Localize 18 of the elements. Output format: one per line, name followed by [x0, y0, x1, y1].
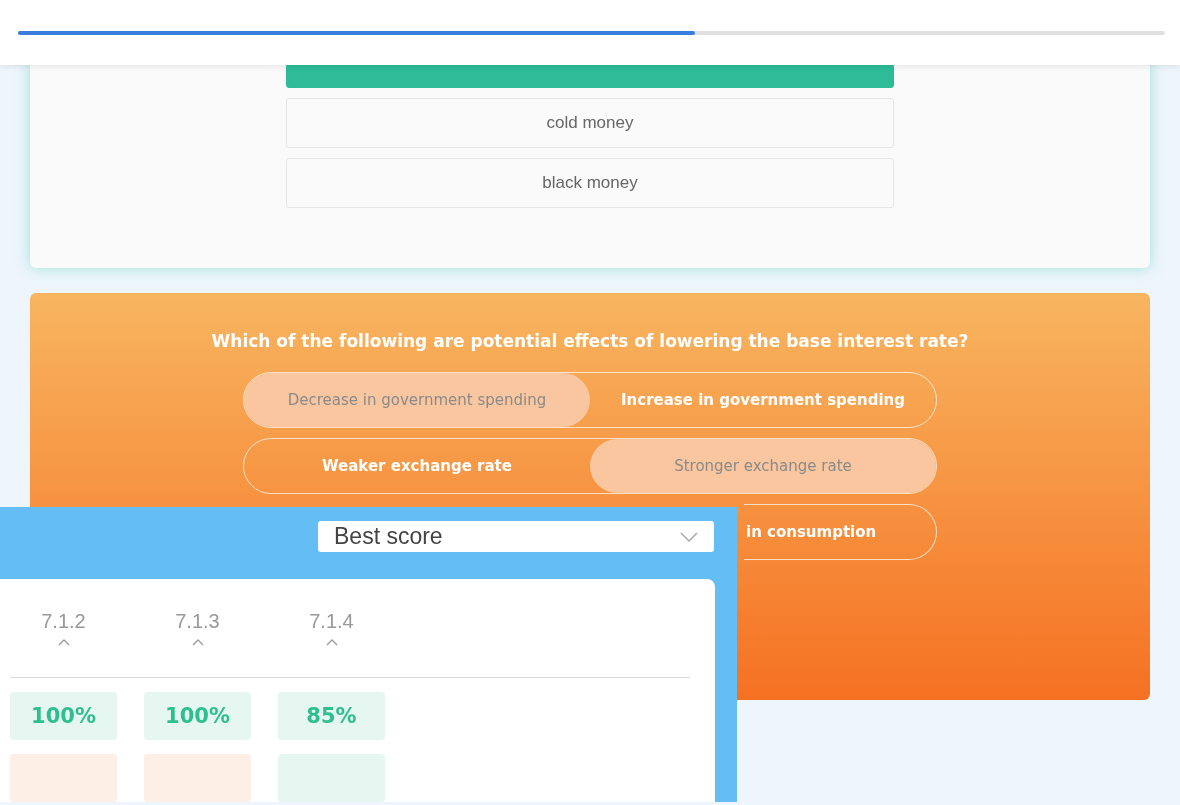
- answer-option[interactable]: Stronger exchange rate: [590, 439, 936, 493]
- answer-option[interactable]: Decrease in government spending: [244, 373, 590, 427]
- score-badge: 100%: [10, 692, 117, 740]
- answer-option[interactable]: cold money: [286, 98, 894, 148]
- sort-dropdown[interactable]: Best score: [318, 521, 714, 552]
- question-text: Which of the following are potential effects of lowering the base interest rate?: [211, 331, 969, 351]
- sort-icon[interactable]: [57, 639, 70, 646]
- column-header[interactable]: 7.1.3: [175, 610, 220, 633]
- sort-icon[interactable]: [325, 639, 338, 646]
- column-header[interactable]: 7.1.2: [41, 610, 86, 633]
- score-badge: 100%: [144, 692, 251, 740]
- sort-icon[interactable]: [191, 639, 204, 646]
- column-header[interactable]: 7.1.4: [309, 610, 354, 633]
- score-badge: 85%: [278, 692, 385, 740]
- answer-option[interactable]: black money: [286, 158, 894, 208]
- chevron-down-icon: [680, 531, 698, 542]
- answer-option[interactable]: Increase in government spending: [590, 373, 936, 427]
- answer-option[interactable]: Weaker exchange rate: [244, 439, 590, 493]
